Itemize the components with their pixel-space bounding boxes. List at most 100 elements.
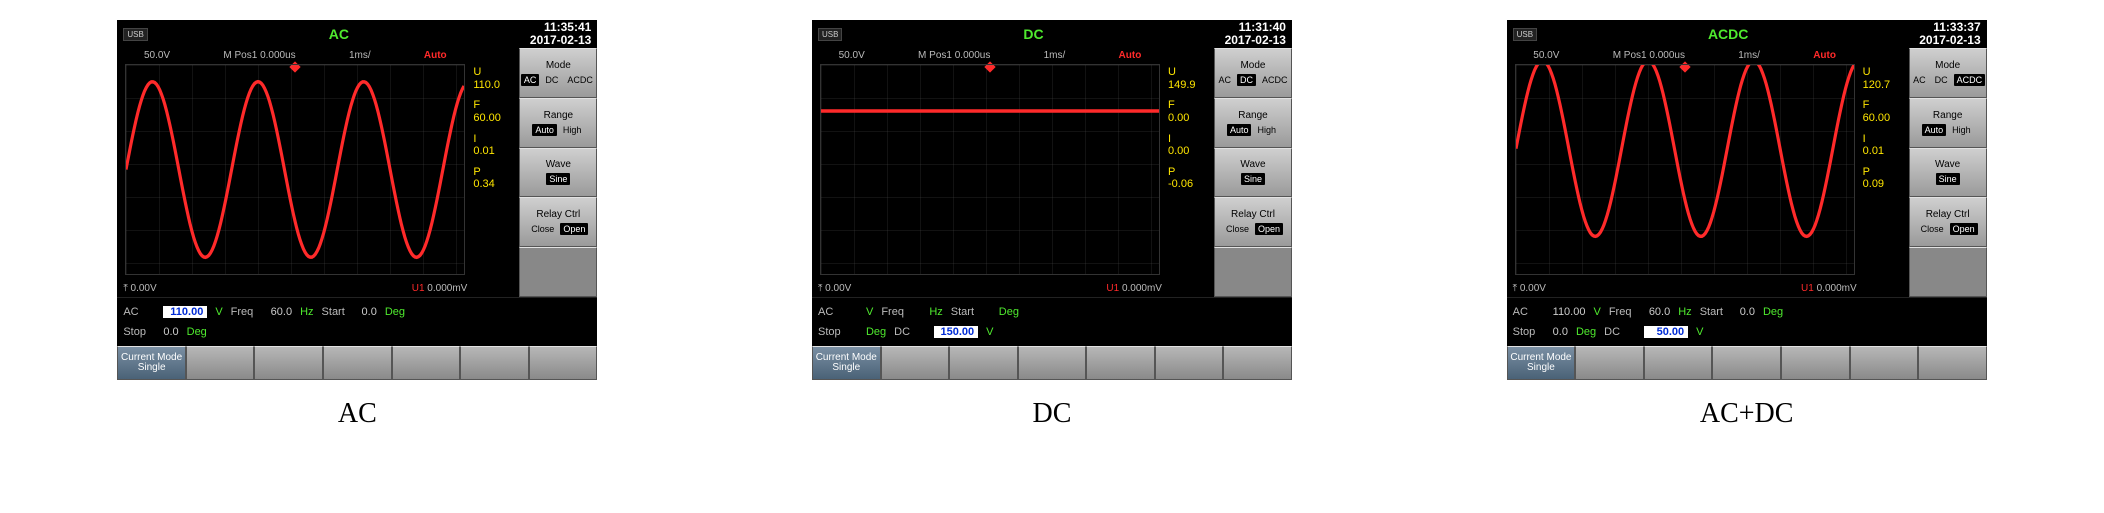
usb-icon: USB (1513, 28, 1537, 41)
mode-button-option-acdc[interactable]: ACDC (1259, 74, 1291, 86)
param-label: Freq (881, 306, 913, 318)
range-button-option-auto[interactable]: Auto (1227, 124, 1252, 136)
tab-empty[interactable] (186, 346, 255, 380)
relay-button-option-open[interactable]: Open (1950, 223, 1978, 235)
relay-button-option-close[interactable]: Close (528, 223, 557, 235)
relay-button-option-open[interactable]: Open (560, 223, 588, 235)
tab-empty[interactable] (1575, 346, 1644, 380)
plot-header: 50.0VM Pos1 0.000us1ms/Auto (117, 48, 473, 62)
tab-empty[interactable] (1086, 346, 1155, 380)
waveform-plot: 50.0VM Pos1 0.000us1ms/Auto⤒ 0.00VU1 0.0… (1507, 48, 1863, 297)
measurement-readout: U120.7F60.00I0.01P0.09 (1863, 48, 1909, 297)
param-unit: V (866, 306, 873, 318)
range-button-label: Range (544, 110, 573, 121)
scope-panel-2: USBACDC11:33:372017-02-1350.0VM Pos1 0.0… (1507, 20, 1987, 493)
tab-empty[interactable] (1644, 346, 1713, 380)
mode-title: ACDC (1708, 26, 1748, 42)
tab-current-mode[interactable]: Current Mode Single (812, 346, 881, 380)
param-row: Stop0.0Deg (123, 322, 591, 342)
mode-button-option-dc[interactable]: DC (1237, 74, 1256, 86)
mode-button-option-ac[interactable]: AC (1910, 74, 1929, 86)
param-unit: V (215, 306, 222, 318)
mode-button-option-ac[interactable]: AC (521, 74, 540, 86)
param-row: AC110.00VFreq60.0HzStart0.0Deg (1513, 302, 1981, 322)
tab-empty[interactable] (323, 346, 392, 380)
mode-button[interactable]: ModeACDCACDC (519, 48, 597, 98)
param-row: Stop Deg DC 150.00 V (818, 322, 1286, 342)
tab-empty[interactable] (1781, 346, 1850, 380)
range-button[interactable]: RangeAutoHigh (1214, 98, 1292, 148)
tab-empty[interactable] (460, 346, 529, 380)
relay-button-option-open[interactable]: Open (1255, 223, 1283, 235)
param-label: Start (322, 306, 354, 318)
relay-button-option-close[interactable]: Close (1918, 223, 1947, 235)
wave-button[interactable]: WaveSine (1909, 148, 1987, 198)
mode-button[interactable]: ModeACDCACDC (1909, 48, 1987, 98)
range-button-option-auto[interactable]: Auto (532, 124, 557, 136)
waveform-plot: 50.0VM Pos1 0.000us1ms/Auto⤒ 0.00VU1 0.0… (812, 48, 1168, 297)
plot-grid (820, 64, 1160, 275)
range-button-option-high[interactable]: High (560, 124, 585, 136)
range-button[interactable]: Range AutoHigh (1909, 98, 1987, 148)
titlebar: USBAC11:35:412017-02-13 (117, 20, 597, 48)
tab-current-mode[interactable]: Current Mode Single (117, 346, 186, 380)
range-button[interactable]: Range AutoHigh (519, 98, 597, 148)
mode-button-option-ac[interactable]: AC (1215, 74, 1234, 86)
param-value: 60.0 (1649, 306, 1670, 318)
relay-button[interactable]: Relay Ctrl CloseOpen (519, 197, 597, 247)
tab-empty[interactable] (949, 346, 1018, 380)
param-input[interactable]: 150.00 (934, 326, 978, 338)
param-unit: Hz (1678, 306, 1691, 318)
datetime: 11:31:402017-02-13 (1225, 21, 1286, 47)
param-input[interactable]: 110.00 (163, 306, 207, 318)
softkey-blank (1909, 247, 1987, 297)
param-unit: Deg (866, 326, 886, 338)
relay-button[interactable]: Relay CtrlCloseOpen (1214, 197, 1292, 247)
range-button-label: Range (1933, 110, 1962, 121)
param-unit: Deg (1576, 326, 1596, 338)
param-label: Stop (818, 326, 850, 338)
panel-caption: DC (1033, 398, 1072, 430)
usb-icon: USB (818, 28, 842, 41)
plot-grid (1515, 64, 1855, 275)
tab-empty[interactable] (1018, 346, 1087, 380)
param-label: DC (894, 326, 926, 338)
tab-empty[interactable] (1712, 346, 1781, 380)
range-button-option-high[interactable]: High (1254, 124, 1279, 136)
mode-button-option-acdc[interactable]: ACDC (1954, 74, 1986, 86)
tab-empty[interactable] (529, 346, 598, 380)
param-unit: V (1696, 326, 1703, 338)
relay-button-label: Relay Ctrl (536, 209, 580, 220)
wave-button-label: Wave (546, 159, 571, 170)
wave-button-option-sine[interactable]: Sine (1936, 173, 1960, 185)
wave-button[interactable]: WaveSine (1214, 148, 1292, 198)
wave-button[interactable]: Wave Sine (519, 148, 597, 198)
tab-empty[interactable] (1155, 346, 1224, 380)
param-unit: V (986, 326, 993, 338)
mode-button[interactable]: ModeACDCACDC (1214, 48, 1292, 98)
mode-button-option-acdc[interactable]: ACDC (564, 74, 596, 86)
mode-button-label: Mode (546, 60, 571, 71)
mode-button-option-dc[interactable]: DC (1932, 74, 1951, 86)
tab-empty[interactable] (881, 346, 950, 380)
tab-current-mode[interactable]: Current Mode Single (1507, 346, 1576, 380)
tab-empty[interactable] (254, 346, 323, 380)
wave-button-option-sine[interactable]: Sine (546, 173, 570, 185)
tab-empty[interactable] (1850, 346, 1919, 380)
tab-empty[interactable] (1223, 346, 1292, 380)
relay-button[interactable]: Relay CtrlCloseOpen (1909, 197, 1987, 247)
range-button-option-high[interactable]: High (1949, 124, 1974, 136)
tab-empty[interactable] (392, 346, 461, 380)
panel-caption: AC+DC (1700, 398, 1794, 430)
tab-empty[interactable] (1918, 346, 1987, 380)
softkey-blank (519, 247, 597, 297)
param-label: Start (1700, 306, 1732, 318)
param-input[interactable]: 50.00 (1644, 326, 1688, 338)
wave-button-option-sine[interactable]: Sine (1241, 173, 1265, 185)
mode-button-option-dc[interactable]: DC (542, 74, 561, 86)
relay-button-option-close[interactable]: Close (1223, 223, 1252, 235)
range-button-option-auto[interactable]: Auto (1922, 124, 1947, 136)
oscilloscope-screen: USBAC11:35:412017-02-1350.0VM Pos1 0.000… (117, 20, 597, 380)
datetime: 11:35:412017-02-13 (530, 21, 591, 47)
param-unit: Deg (187, 326, 207, 338)
